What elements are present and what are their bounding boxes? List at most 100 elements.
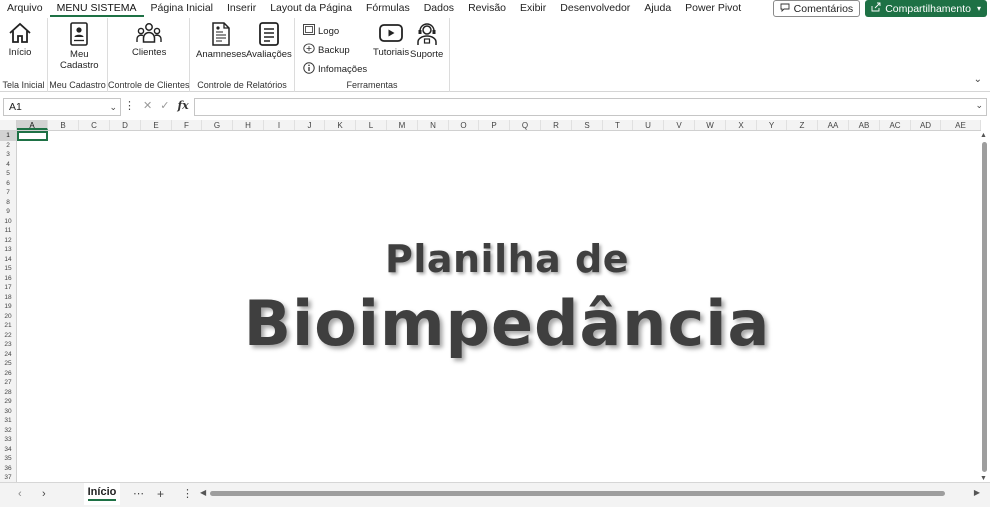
chevron-down-icon[interactable]: ⌄: [109, 99, 117, 115]
menu-tab-dados[interactable]: Dados: [417, 0, 461, 17]
menu-tab-layout-da-pagina[interactable]: Layout da Página: [263, 0, 359, 17]
comments-button[interactable]: Comentários: [772, 0, 861, 17]
row-header[interactable]: 23: [0, 340, 16, 350]
column-header[interactable]: A: [17, 120, 48, 130]
row-header[interactable]: 27: [0, 378, 16, 388]
vertical-scrollbar[interactable]: ▲ ▼: [980, 132, 988, 482]
column-header[interactable]: D: [110, 120, 141, 130]
collapse-ribbon-chevron-icon[interactable]: ⌄: [974, 74, 982, 85]
name-box[interactable]: A1 ⌄: [3, 98, 121, 116]
backup-button[interactable]: Backup: [303, 43, 350, 57]
row-header[interactable]: 12: [0, 236, 16, 246]
expand-formula-chevron-icon[interactable]: ⌄: [975, 100, 983, 111]
row-header[interactable]: 16: [0, 274, 16, 284]
menu-tab-formulas[interactable]: Fórmulas: [359, 0, 417, 17]
row-header[interactable]: 26: [0, 369, 16, 379]
column-header[interactable]: I: [264, 120, 295, 130]
row-header[interactable]: 36: [0, 464, 16, 474]
column-header[interactable]: R: [541, 120, 572, 130]
scroll-left-arrow-icon[interactable]: ◀: [200, 488, 206, 497]
column-header[interactable]: C: [79, 120, 110, 130]
row-header[interactable]: 10: [0, 217, 16, 227]
active-cell-a1[interactable]: [17, 131, 48, 141]
menu-tab-pagina-inicial[interactable]: Página Inicial: [144, 0, 220, 17]
column-header[interactable]: P: [479, 120, 510, 130]
row-header[interactable]: 7: [0, 188, 16, 198]
row-header[interactable]: 34: [0, 445, 16, 455]
column-header[interactable]: AD: [911, 120, 941, 130]
row-header[interactable]: 31: [0, 416, 16, 426]
column-header[interactable]: AA: [818, 120, 849, 130]
column-header[interactable]: S: [572, 120, 603, 130]
sheet-cells-area[interactable]: Planilha de Bioimpedância: [17, 131, 980, 482]
row-header[interactable]: 35: [0, 454, 16, 464]
row-header[interactable]: 17: [0, 283, 16, 293]
column-header[interactable]: L: [356, 120, 387, 130]
logo-button[interactable]: Logo: [303, 24, 339, 38]
column-header[interactable]: E: [141, 120, 172, 130]
column-header[interactable]: Q: [510, 120, 541, 130]
scroll-up-arrow-icon[interactable]: ▲: [980, 132, 987, 139]
row-header[interactable]: 32: [0, 426, 16, 436]
row-header[interactable]: 28: [0, 388, 16, 398]
cancel-icon[interactable]: ✕: [143, 99, 152, 112]
inicio-button[interactable]: Início: [8, 22, 32, 58]
column-header[interactable]: O: [449, 120, 479, 130]
column-header[interactable]: T: [603, 120, 633, 130]
column-header[interactable]: F: [172, 120, 202, 130]
column-header[interactable]: G: [202, 120, 233, 130]
row-header[interactable]: 30: [0, 407, 16, 417]
more-options-icon[interactable]: ⋮: [124, 99, 135, 112]
horizontal-scroll-thumb[interactable]: [210, 491, 945, 496]
suporte-button[interactable]: Suporte: [410, 22, 443, 60]
clientes-button[interactable]: Clientes: [132, 22, 166, 58]
column-header[interactable]: M: [387, 120, 418, 130]
row-header[interactable]: 8: [0, 198, 16, 208]
avaliacoes-button[interactable]: Avaliações: [246, 22, 292, 60]
formula-input[interactable]: ⌄: [194, 98, 987, 116]
row-header[interactable]: 22: [0, 331, 16, 341]
menu-tab-menu-sistema[interactable]: MENU SISTEMA: [49, 0, 144, 17]
row-header[interactable]: 24: [0, 350, 16, 360]
row-header[interactable]: 4: [0, 160, 16, 170]
column-header[interactable]: U: [633, 120, 664, 130]
informacoes-button[interactable]: Infomações: [303, 62, 367, 77]
row-header[interactable]: 3: [0, 150, 16, 160]
row-header[interactable]: 2: [0, 141, 16, 151]
tutoriais-button[interactable]: Tutoriais: [373, 22, 409, 58]
vertical-scroll-thumb[interactable]: [982, 142, 987, 472]
column-header[interactable]: Z: [787, 120, 818, 130]
row-header[interactable]: 14: [0, 255, 16, 265]
menu-tab-revisao[interactable]: Revisão: [461, 0, 513, 17]
row-header[interactable]: 19: [0, 302, 16, 312]
menu-tab-exibir[interactable]: Exibir: [513, 0, 553, 17]
row-header[interactable]: 5: [0, 169, 16, 179]
enter-check-icon[interactable]: ✓: [160, 99, 169, 112]
sheet-options-icon[interactable]: ⋮: [182, 487, 193, 500]
horizontal-scrollbar[interactable]: ◀ ▶: [200, 488, 980, 498]
column-header[interactable]: N: [418, 120, 449, 130]
add-sheet-icon[interactable]: +: [157, 487, 164, 501]
row-header[interactable]: 25: [0, 359, 16, 369]
anamneses-button[interactable]: Anamneses: [196, 22, 246, 60]
column-header[interactable]: AB: [849, 120, 880, 130]
row-header[interactable]: 1: [0, 131, 16, 141]
next-sheet-arrow-icon[interactable]: ›: [42, 488, 46, 500]
insert-function-icon[interactable]: fx: [177, 99, 188, 112]
column-header[interactable]: B: [48, 120, 79, 130]
column-header[interactable]: W: [695, 120, 726, 130]
row-header[interactable]: 37: [0, 473, 16, 482]
row-header[interactable]: 11: [0, 226, 16, 236]
menu-tab-power-pivot[interactable]: Power Pivot: [678, 0, 748, 17]
more-sheets-icon[interactable]: ⋯: [133, 487, 144, 500]
row-header[interactable]: 18: [0, 293, 16, 303]
menu-tab-inserir[interactable]: Inserir: [220, 0, 263, 17]
row-header[interactable]: 9: [0, 207, 16, 217]
menu-tab-ajuda[interactable]: Ajuda: [637, 0, 678, 17]
column-header[interactable]: AC: [880, 120, 911, 130]
sheet-tab-inicio[interactable]: Início: [84, 483, 120, 505]
row-header[interactable]: 29: [0, 397, 16, 407]
row-header[interactable]: 15: [0, 264, 16, 274]
meu-cadastro-button[interactable]: Meu Cadastro: [60, 22, 99, 71]
row-header[interactable]: 13: [0, 245, 16, 255]
